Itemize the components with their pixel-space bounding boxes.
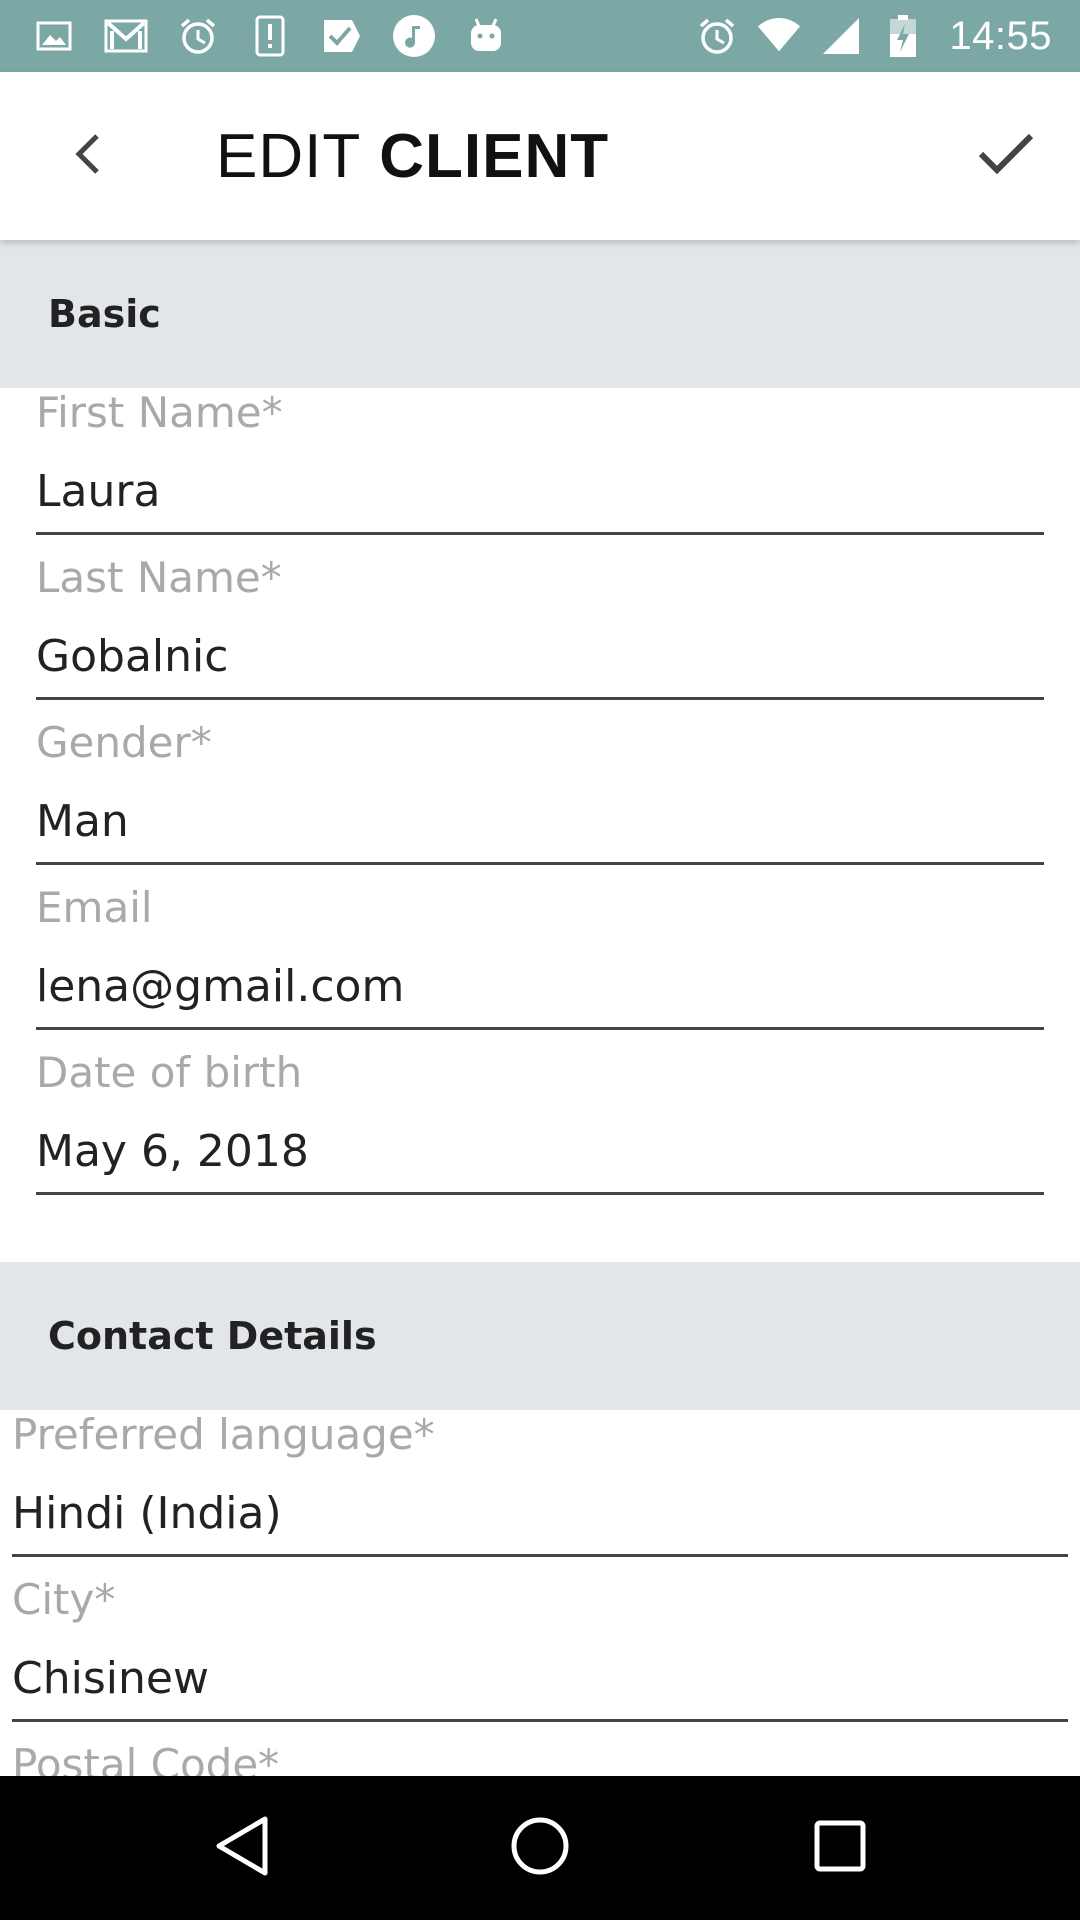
field-underline bbox=[12, 1554, 1068, 1557]
alert-icon bbox=[248, 14, 292, 58]
page-title: EDIT CLIENT bbox=[216, 72, 609, 240]
nav-home-button[interactable] bbox=[498, 1806, 582, 1890]
field-underline bbox=[36, 1192, 1044, 1195]
email-input[interactable] bbox=[36, 955, 1044, 1017]
image-icon bbox=[32, 14, 76, 58]
postal-code-field[interactable]: Postal Code* bbox=[12, 1740, 1068, 1776]
alarm-icon bbox=[176, 14, 220, 58]
check-icon bbox=[977, 132, 1035, 180]
email-field[interactable]: Email bbox=[36, 883, 1044, 1048]
field-label: First Name* bbox=[36, 388, 283, 437]
music-icon bbox=[392, 14, 436, 58]
field-label: Date of birth bbox=[36, 1048, 303, 1097]
nav-back-button[interactable] bbox=[200, 1806, 284, 1890]
last-name-field[interactable]: Last Name* bbox=[36, 553, 1044, 718]
field-underline bbox=[12, 1719, 1068, 1722]
alarm-icon bbox=[695, 14, 739, 58]
back-triangle-icon bbox=[213, 1815, 271, 1881]
task-icon bbox=[320, 14, 364, 58]
back-button[interactable] bbox=[48, 116, 128, 196]
system-icons: 14:55 bbox=[695, 0, 1052, 72]
status-bar: 14:55 bbox=[0, 0, 1080, 72]
wifi-icon bbox=[757, 14, 801, 58]
section-header-contact: Contact Details bbox=[0, 1262, 1080, 1410]
field-underline bbox=[36, 862, 1044, 865]
language-input[interactable] bbox=[12, 1482, 1068, 1544]
section-header-basic: Basic bbox=[0, 240, 1080, 388]
notification-icons bbox=[32, 0, 508, 72]
clock: 14:55 bbox=[949, 13, 1052, 58]
section-title: Basic bbox=[48, 292, 161, 336]
title-light: EDIT bbox=[216, 121, 362, 191]
section-title: Contact Details bbox=[48, 1314, 377, 1358]
gmail-icon bbox=[104, 14, 148, 58]
gender-input[interactable] bbox=[36, 790, 1044, 852]
home-circle-icon bbox=[509, 1815, 571, 1881]
field-label: Postal Code* bbox=[12, 1740, 280, 1776]
field-label: Last Name* bbox=[36, 553, 282, 602]
dob-input[interactable] bbox=[36, 1120, 1044, 1182]
dob-field[interactable]: Date of birth bbox=[36, 1048, 1044, 1213]
gender-field[interactable]: Gender* bbox=[36, 718, 1044, 883]
title-bold: CLIENT bbox=[379, 121, 610, 191]
city-input[interactable] bbox=[12, 1647, 1068, 1709]
form-content[interactable]: Basic First Name* Last Name* Gender* Ema… bbox=[0, 240, 1080, 1776]
field-underline bbox=[36, 1027, 1044, 1030]
chevron-left-icon bbox=[73, 132, 103, 180]
field-underline bbox=[36, 697, 1044, 700]
battery-icon bbox=[881, 14, 925, 58]
first-name-input[interactable] bbox=[36, 460, 1044, 522]
language-field[interactable]: Preferred language* bbox=[12, 1410, 1068, 1575]
last-name-input[interactable] bbox=[36, 625, 1044, 687]
city-field[interactable]: City* bbox=[12, 1575, 1068, 1740]
field-label: Gender* bbox=[36, 718, 212, 767]
field-label: Email bbox=[36, 883, 153, 932]
nav-recents-button[interactable] bbox=[798, 1806, 882, 1890]
first-name-field[interactable]: First Name* bbox=[36, 388, 1044, 553]
app-bar: EDIT CLIENT bbox=[0, 72, 1080, 240]
field-label: City* bbox=[12, 1575, 116, 1624]
signal-icon bbox=[819, 14, 863, 58]
field-underline bbox=[36, 532, 1044, 535]
save-button[interactable] bbox=[962, 112, 1050, 200]
field-label: Preferred language* bbox=[12, 1410, 435, 1459]
navigation-bar bbox=[0, 1776, 1080, 1920]
recents-square-icon bbox=[812, 1818, 868, 1878]
android-icon bbox=[464, 14, 508, 58]
